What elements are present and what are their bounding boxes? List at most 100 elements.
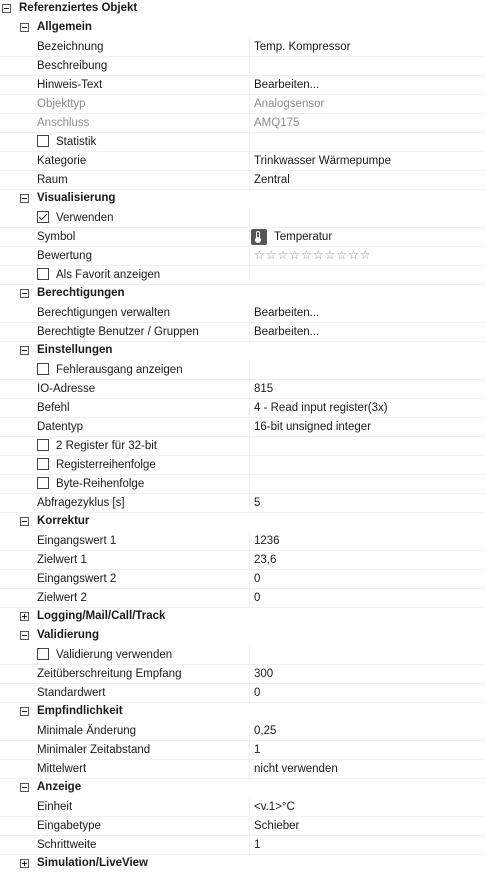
property-row-zielwert-2[interactable]: Zielwert 2 0: [0, 589, 485, 608]
property-value[interactable]: Zentral: [254, 174, 290, 186]
property-row-objekttyp[interactable]: Objekttyp Analogsensor: [0, 95, 485, 114]
column-divider: [249, 76, 250, 95]
category-row-korrektur[interactable]: Korrektur: [0, 513, 485, 532]
expand-icon[interactable]: [20, 859, 29, 868]
collapse-icon[interactable]: [20, 783, 29, 792]
property-row-anschluss[interactable]: Anschluss AMQ175: [0, 114, 485, 133]
property-row-bewertung[interactable]: Bewertung ☆☆☆☆☆☆☆☆☆☆: [0, 247, 485, 266]
property-value[interactable]: 0: [254, 592, 260, 604]
star-icon[interactable]: ☆: [254, 248, 266, 262]
property-row-2-register-fuer-32-bit[interactable]: 2 Register für 32-bit: [0, 437, 485, 456]
star-icon[interactable]: ☆: [301, 248, 313, 262]
property-row-als-favorit-anzeigen[interactable]: Als Favorit anzeigen: [0, 266, 485, 285]
category-row-anzeige[interactable]: Anzeige: [0, 779, 485, 798]
property-value[interactable]: 815: [254, 383, 273, 395]
checkbox[interactable]: [37, 363, 49, 375]
property-value[interactable]: Schieber: [254, 820, 299, 832]
property-row-eingangswert-2[interactable]: Eingangswert 2 0: [0, 570, 485, 589]
property-value[interactable]: Temperatur: [274, 231, 332, 243]
checkbox[interactable]: [37, 268, 49, 280]
collapse-icon[interactable]: [20, 289, 29, 298]
property-value[interactable]: 23,6: [254, 554, 276, 566]
property-row-io-adresse[interactable]: IO-Adresse 815: [0, 380, 485, 399]
category-row-validierung[interactable]: Validierung: [0, 627, 485, 646]
property-row-byte-reihenfolge[interactable]: Byte-Reihenfolge: [0, 475, 485, 494]
category-row-berechtigungen[interactable]: Berechtigungen: [0, 285, 485, 304]
category-row-allgemein[interactable]: Allgemein: [0, 19, 485, 38]
property-row-fehlerausgang-anzeigen[interactable]: Fehlerausgang anzeigen: [0, 361, 485, 380]
property-value[interactable]: Trinkwasser Wärmepumpe: [254, 155, 391, 167]
star-icon[interactable]: ☆: [360, 248, 372, 262]
category-row-einstellungen[interactable]: Einstellungen: [0, 342, 485, 361]
property-row-standardwert[interactable]: Standardwert 0: [0, 684, 485, 703]
checkbox[interactable]: [37, 135, 49, 147]
property-value[interactable]: 1: [254, 744, 260, 756]
star-icon[interactable]: ☆: [289, 248, 301, 262]
property-row-beschreibung[interactable]: Beschreibung: [0, 57, 485, 76]
expand-icon[interactable]: [20, 612, 29, 621]
category-row-logging-mail-call-track[interactable]: Logging/Mail/Call/Track: [0, 608, 485, 627]
property-value[interactable]: 1: [254, 839, 260, 851]
property-row-bezeichnung[interactable]: Bezeichnung Temp. Kompressor: [0, 38, 485, 57]
root-category-row[interactable]: Referenziertes Objekt: [0, 0, 485, 19]
property-value[interactable]: nicht verwenden: [254, 763, 338, 775]
property-value[interactable]: Bearbeiten...: [254, 326, 319, 338]
checkbox[interactable]: [37, 211, 49, 223]
property-value[interactable]: Temp. Kompressor: [254, 41, 351, 53]
property-row-abfragezyklus-s[interactable]: Abfragezyklus [s] 5: [0, 494, 485, 513]
property-value[interactable]: 4 - Read input register(3x): [254, 402, 388, 414]
property-value[interactable]: 16-bit unsigned integer: [254, 421, 371, 433]
star-icon[interactable]: ☆: [266, 248, 278, 262]
property-value[interactable]: 300: [254, 668, 273, 680]
property-row-befehl[interactable]: Befehl 4 - Read input register(3x): [0, 399, 485, 418]
property-row-minimale-aenderung[interactable]: Minimale Änderung 0,25: [0, 722, 485, 741]
property-row-symbol[interactable]: Symbol Temperatur: [0, 228, 485, 247]
property-row-schrittweite[interactable]: Schrittweite 1: [0, 836, 485, 855]
property-row-minimaler-zeitabstand[interactable]: Minimaler Zeitabstand 1: [0, 741, 485, 760]
rating-stars[interactable]: ☆☆☆☆☆☆☆☆☆☆: [254, 248, 372, 262]
collapse-icon[interactable]: [20, 23, 29, 32]
star-icon[interactable]: ☆: [348, 248, 360, 262]
collapse-icon[interactable]: [20, 346, 29, 355]
checkbox[interactable]: [37, 648, 49, 660]
star-icon[interactable]: ☆: [336, 248, 348, 262]
property-value[interactable]: Bearbeiten...: [254, 79, 319, 91]
property-value[interactable]: Bearbeiten...: [254, 307, 319, 319]
category-row-visualisierung[interactable]: Visualisierung: [0, 190, 485, 209]
collapse-icon[interactable]: [20, 517, 29, 526]
collapse-icon[interactable]: [20, 707, 29, 716]
property-row-verwenden[interactable]: Verwenden: [0, 209, 485, 228]
property-value[interactable]: 0: [254, 687, 260, 699]
star-icon[interactable]: ☆: [278, 248, 290, 262]
collapse-icon[interactable]: [2, 4, 11, 13]
property-value[interactable]: 0,25: [254, 725, 276, 737]
star-icon[interactable]: ☆: [313, 248, 325, 262]
star-icon[interactable]: ☆: [325, 248, 337, 262]
category-row-simulation-liveview[interactable]: Simulation/LiveView: [0, 855, 485, 874]
property-value[interactable]: <v.1>°C: [254, 801, 295, 813]
collapse-icon[interactable]: [20, 631, 29, 640]
property-row-mittelwert[interactable]: Mittelwert nicht verwenden: [0, 760, 485, 779]
property-row-datentyp[interactable]: Datentyp 16-bit unsigned integer: [0, 418, 485, 437]
property-value[interactable]: 5: [254, 497, 260, 509]
checkbox[interactable]: [37, 458, 49, 470]
property-value[interactable]: 1236: [254, 535, 280, 547]
property-row-zielwert-1[interactable]: Zielwert 1 23,6: [0, 551, 485, 570]
property-row-berechtigungen-verwalten[interactable]: Berechtigungen verwalten Bearbeiten...: [0, 304, 485, 323]
property-row-statistik[interactable]: Statistik: [0, 133, 485, 152]
property-row-eingangswert-1[interactable]: Eingangswert 1 1236: [0, 532, 485, 551]
collapse-icon[interactable]: [20, 194, 29, 203]
property-row-eingabetype[interactable]: Eingabetype Schieber: [0, 817, 485, 836]
property-row-raum[interactable]: Raum Zentral: [0, 171, 485, 190]
property-row-validierung-verwenden[interactable]: Validierung verwenden: [0, 646, 485, 665]
property-row-zeitueberschreitung-empfang[interactable]: Zeitüberschreitung Empfang 300: [0, 665, 485, 684]
property-row-einheit[interactable]: Einheit <v.1>°C: [0, 798, 485, 817]
property-value[interactable]: 0: [254, 573, 260, 585]
checkbox[interactable]: [37, 477, 49, 489]
property-row-berechtigte-benutzer-gruppen[interactable]: Berechtigte Benutzer / Gruppen Bearbeiten…: [0, 323, 485, 342]
property-row-hinweis-text[interactable]: Hinweis-Text Bearbeiten...: [0, 76, 485, 95]
property-row-registerreihenfolge[interactable]: Registerreihenfolge: [0, 456, 485, 475]
category-row-empfindlichkeit[interactable]: Empfindlichkeit: [0, 703, 485, 722]
property-row-kategorie[interactable]: Kategorie Trinkwasser Wärmepumpe: [0, 152, 485, 171]
checkbox[interactable]: [37, 439, 49, 451]
